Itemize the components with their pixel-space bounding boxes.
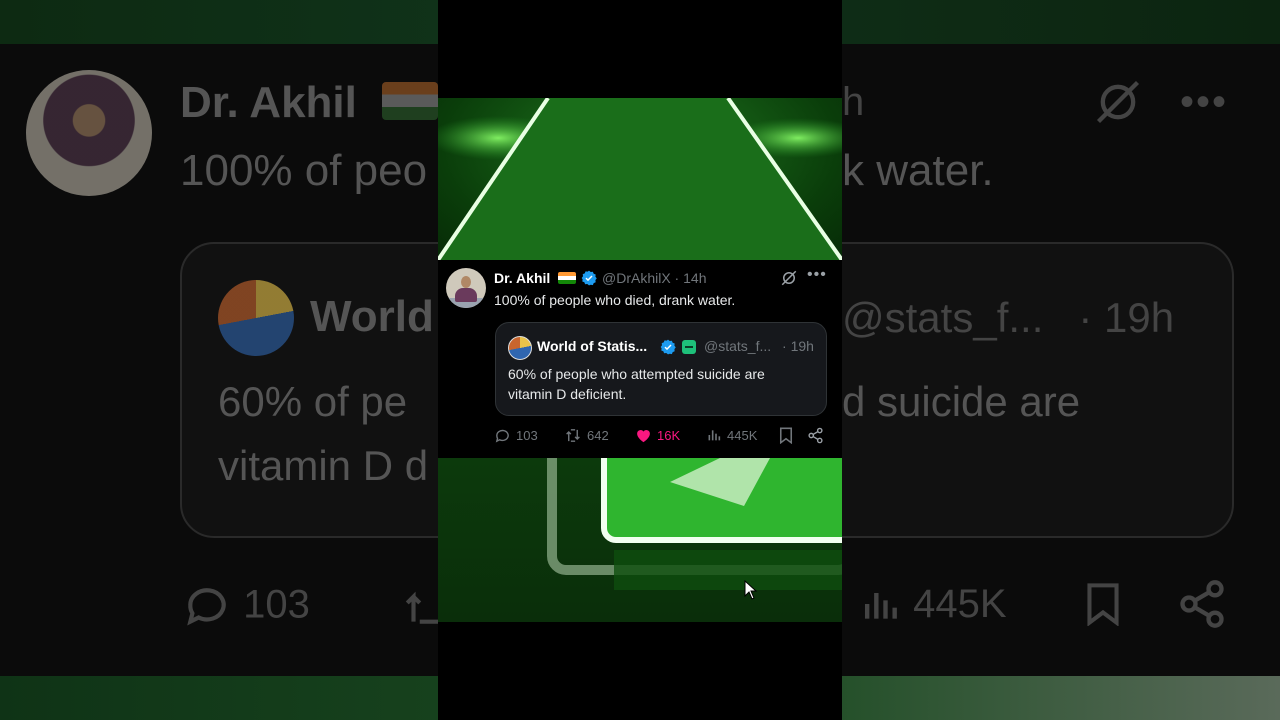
- quote-verified-badge-icon: [660, 339, 676, 355]
- share-button[interactable]: [807, 427, 829, 444]
- views-count: 445K: [727, 427, 758, 443]
- bookmark-button[interactable]: [779, 427, 798, 444]
- background-quote-text-left: 60% of pe: [218, 378, 408, 425]
- quote-author-handle[interactable]: @stats_f...: [704, 338, 771, 354]
- green-screen-top: [438, 98, 842, 260]
- quote-affiliate-badge-icon: [682, 340, 696, 354]
- background-time: h: [842, 80, 865, 124]
- background-views: 445K: [864, 581, 1007, 626]
- background-quote-name: World: [310, 292, 434, 341]
- author-avatar[interactable]: [446, 268, 486, 308]
- reply-icon: [495, 429, 509, 443]
- grok-icon[interactable]: [780, 269, 798, 287]
- reply-count: 103: [516, 428, 538, 443]
- share-icon: [808, 427, 823, 444]
- background-share-icon: [1180, 580, 1224, 628]
- views-icon: [708, 430, 721, 441]
- background-quote-avatar: [218, 280, 294, 356]
- background-india-flag: [382, 82, 438, 120]
- background-bookmark-icon: [1087, 583, 1119, 626]
- bookmark-icon: [779, 427, 793, 444]
- background-quote-handle: @stats_f... · 19h: [842, 294, 1175, 341]
- background-more-icon: •••: [1180, 80, 1229, 124]
- background-text-right: k water.: [842, 146, 994, 195]
- author-handle-time[interactable]: @DrAkhilX · 14h: [602, 270, 706, 286]
- more-options-icon[interactable]: •••: [807, 266, 827, 284]
- reply-button[interactable]: 103: [494, 427, 538, 444]
- quote-avatar[interactable]: [508, 336, 532, 360]
- verified-badge-icon: [581, 270, 597, 286]
- like-count: 16K: [657, 427, 681, 443]
- tweet-text: 100% of people who died, drank water.: [494, 292, 736, 308]
- background-author-name: Dr. Akhil: [180, 78, 357, 127]
- quoted-tweet[interactable]: World of Statis... @stats_f... · 19h 60%…: [495, 322, 827, 416]
- views-button[interactable]: 445K: [706, 427, 757, 443]
- heart-icon: [637, 430, 650, 443]
- repost-button[interactable]: 642: [564, 427, 609, 444]
- quote-time: · 19h: [782, 338, 814, 354]
- like-button[interactable]: 16K: [635, 427, 680, 443]
- background-text-left: 100% of peo: [180, 146, 428, 195]
- author-name[interactable]: Dr. Akhil: [494, 270, 550, 286]
- mouse-cursor-icon: [744, 580, 758, 600]
- green-screen-bottom: [438, 458, 842, 622]
- background-replies: 103: [182, 580, 451, 630]
- repost-icon: [566, 429, 580, 442]
- quote-author-name[interactable]: World of Statis...: [537, 338, 647, 354]
- background-avatar: [26, 70, 152, 196]
- action-bar: 103 642 16K 445K: [494, 427, 834, 447]
- video-frame[interactable]: Dr. Akhil @DrAkhilX · 14h ••• 100% of pe…: [438, 0, 842, 720]
- background-quote-text-right: d suicide are: [842, 378, 1081, 425]
- india-flag-icon: [558, 272, 576, 284]
- repost-count: 642: [587, 428, 609, 443]
- background-grok-icon: [1092, 76, 1144, 140]
- quote-text: 60% of people who attempted suicide are …: [508, 366, 765, 402]
- tweet-card[interactable]: Dr. Akhil @DrAkhilX · 14h ••• 100% of pe…: [438, 260, 842, 458]
- background-quote-text-line2: vitamin D d: [218, 442, 429, 489]
